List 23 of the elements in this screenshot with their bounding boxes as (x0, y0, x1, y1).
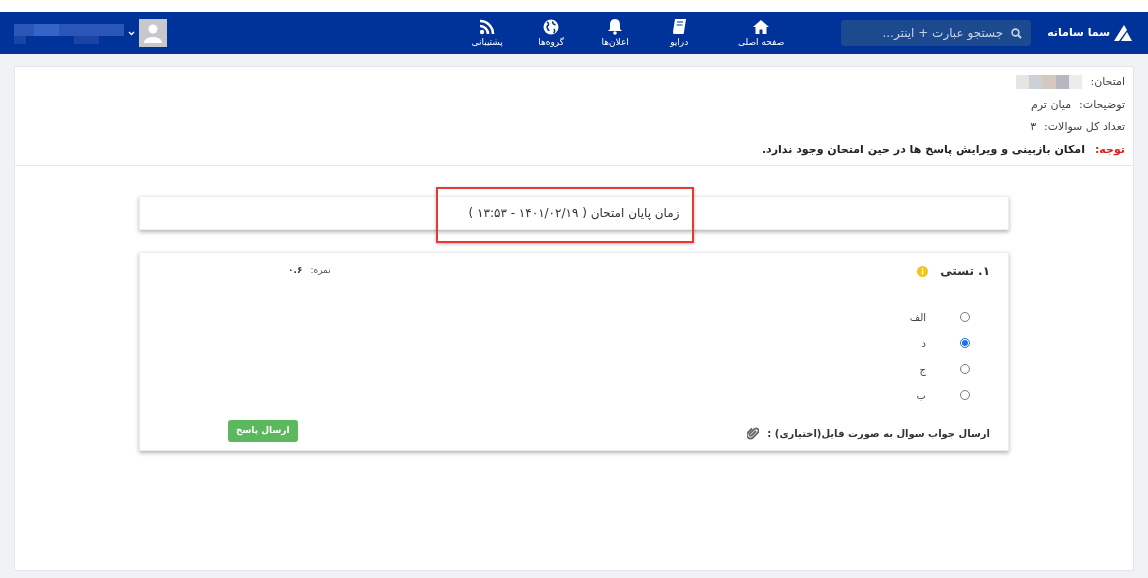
exam-end-time: زمان پایان امتحان ( ۱۴۰۱/۰۲/۱۹ - ۱۳:۵۳ ) (468, 205, 680, 222)
info-label: امتحان: (1090, 74, 1125, 90)
nav-item[interactable]: اعلان‌ها (583, 18, 648, 48)
nav-item[interactable]: صفحه اصلی (721, 19, 802, 48)
nav-item[interactable]: پشتیبانی (455, 19, 520, 48)
logo-text: سما سامانه (1047, 24, 1110, 41)
option-label: د (921, 336, 926, 351)
info-label: تعداد کل سوالات: (1044, 119, 1125, 135)
file-prompt: ارسال جواب سوال به صورت فایل(اختیاری) : (767, 427, 990, 441)
notice-label: توجه: (1094, 141, 1125, 158)
nav-item[interactable]: گروه‌ها (519, 19, 584, 48)
info-label: توضیحات: (1079, 96, 1125, 113)
question-title: ۱. تستی (940, 263, 990, 280)
option-label: ب (916, 388, 926, 403)
score-label: نمره: (310, 264, 331, 278)
option-label: ج (919, 362, 926, 377)
info-value: میان ترم (1031, 96, 1072, 113)
notice-text: امکان بازبینی و ویرایش پاسخ ها در حین امتحان وجود ندارد. (761, 141, 1085, 158)
option-label: الف (909, 310, 926, 325)
info-value: ۳ (1030, 119, 1037, 135)
search-field[interactable]: جستجو عبارت + اینتر... (841, 20, 1032, 46)
score-value: ۰.۶ (288, 264, 303, 278)
nav-item[interactable]: درایو (647, 18, 712, 48)
